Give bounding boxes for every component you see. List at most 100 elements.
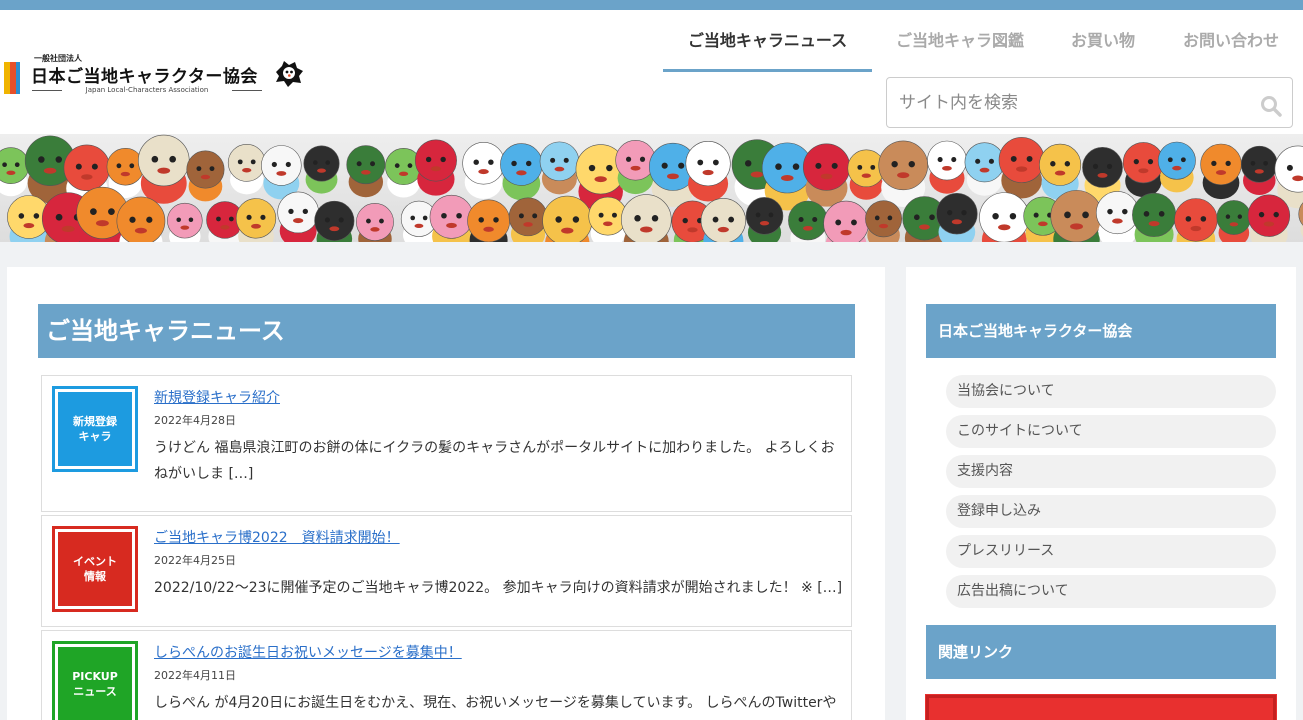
logo-stripe: [16, 62, 20, 94]
banner-mascot-shape: [261, 145, 302, 186]
banner-mascot-shape: [951, 157, 957, 163]
site-header: 一般社団法人 日本ご当地キャラクター協会 Japan Local-Charact…: [0, 10, 1303, 134]
banner-mascot-shape: [572, 216, 580, 223]
news-card-date: 2022年4月28日: [154, 414, 236, 427]
banner-mascot-shape: [611, 212, 617, 218]
nav-contact[interactable]: お問い合わせ: [1170, 30, 1292, 72]
banner-mascot-shape: [227, 143, 266, 182]
banner-mascot-shape: [640, 226, 653, 233]
banner-mascot-shape: [1015, 166, 1028, 172]
banner-mascot-shape: [129, 216, 136, 223]
banner-mascot-shape: [651, 215, 659, 222]
banner-mascot-shape: [134, 227, 147, 234]
banner-mascot-shape: [516, 170, 527, 176]
banner-mascot-shape: [1185, 216, 1192, 222]
banner-mascot-shape: [936, 192, 978, 235]
banner-mascot-shape: [857, 164, 863, 170]
banner-mascot-shape: [563, 157, 569, 163]
news-card-badge[interactable]: 新規登録 キャラ: [52, 386, 138, 472]
news-card-badge[interactable]: イベント 情報: [52, 526, 138, 612]
sidebar-item-site[interactable]: このサイトについて: [946, 415, 1276, 448]
banner-mascot-shape: [95, 220, 109, 227]
banner-mascot-shape: [1167, 157, 1173, 163]
banner-mascot-shape: [157, 167, 171, 174]
mascot-icon: [276, 61, 303, 87]
banner-mascot-shape: [539, 141, 580, 182]
banner-mascot-shape: [518, 213, 524, 219]
search-icon[interactable]: [1260, 95, 1282, 117]
news-card-title-link[interactable]: しらぺんのお誕生日お祝いメッセージを募集中！: [154, 642, 462, 662]
banner-mascot-shape: [508, 197, 548, 237]
banner-mascot-shape: [329, 226, 340, 232]
banner-mascot-shape: [588, 164, 596, 172]
banner-mascot-shape: [302, 208, 308, 215]
banner-mascot-shape: [75, 163, 82, 170]
banner-mascot-shape: [370, 161, 376, 167]
banner-mascot-shape: [820, 173, 833, 180]
banner-mascot-shape: [196, 166, 202, 172]
banner-mascot-shape: [1143, 211, 1150, 217]
news-card: イベント 情報 ご当地キャラ博2022 資料請求開始！ 2022年4月25日 2…: [41, 515, 852, 627]
banner-mascot-shape: [687, 227, 698, 233]
news-card-badge-label: PICKUP ニュース: [58, 647, 132, 720]
banner-mascot-shape: [523, 222, 533, 227]
banner-mascot-shape: [379, 218, 384, 224]
banner-mascot-shape: [717, 226, 729, 233]
banner-mascot-shape: [1097, 172, 1108, 178]
banner-mascot-shape: [697, 159, 704, 166]
banner-mascot-shape: [639, 156, 646, 162]
nav-shopping[interactable]: お買い物: [1060, 30, 1146, 72]
related-link-banner[interactable]: [925, 694, 1277, 720]
banner-mascot-shape: [759, 221, 770, 226]
banner-mascot-shape: [235, 198, 277, 239]
banner-mascot-shape: [116, 196, 166, 242]
banner-mascot-shape: [792, 163, 800, 170]
banner-mascot-shape: [180, 225, 190, 230]
banner-mascot-shape: [598, 212, 604, 218]
banner-mascot-shape: [803, 225, 813, 231]
banner-mascot-shape: [356, 203, 394, 241]
sidebar-item-press[interactable]: プレスリリース: [946, 535, 1276, 568]
site-logo[interactable]: 一般社団法人 日本ご当地キャラクター協会 Japan Local-Charact…: [2, 50, 312, 110]
banner-mascot-shape: [285, 161, 291, 168]
sidebar-item-register[interactable]: 登録申し込み: [946, 495, 1276, 528]
sidebar-item-about[interactable]: 当協会について: [946, 375, 1276, 408]
nav-character-guide[interactable]: ご当地キャラ図鑑: [884, 30, 1036, 72]
banner-mascot-shape: [1106, 163, 1113, 169]
banner-mascot-shape: [550, 157, 556, 163]
banner-mascot-shape: [91, 163, 98, 170]
news-card-title-link[interactable]: 新規登録キャラ紹介: [154, 387, 280, 407]
banner-mascot-shape: [176, 217, 181, 223]
search-input[interactable]: [899, 90, 1239, 116]
banner-mascot-shape: [1250, 160, 1256, 166]
banner-mascot-shape: [678, 162, 685, 169]
news-card-badge-label: イベント 情報: [58, 532, 132, 606]
banner-mascot-shape: [186, 150, 225, 189]
news-card-title-link[interactable]: ご当地キャラ博2022 資料請求開始！: [154, 527, 400, 547]
sidebar-item-support[interactable]: 支援内容: [946, 455, 1276, 488]
banner-mascot-shape: [728, 216, 735, 223]
banner-mascot-shape: [975, 158, 981, 164]
banner-mascot-shape: [992, 212, 999, 220]
banner-mascot-shape: [891, 160, 898, 168]
news-card-badge[interactable]: PICKUP ニュース: [52, 641, 138, 720]
sidebar-item-ads[interactable]: 広告出稿について: [946, 575, 1276, 608]
nav-news[interactable]: ご当地キャラニュース: [663, 30, 872, 72]
banner-mascot-shape: [1225, 214, 1231, 219]
banner-mascot-shape: [937, 157, 943, 163]
banner-mascot-shape: [138, 134, 190, 187]
banner-mascot-shape: [414, 139, 457, 182]
banner-mascot-shape: [429, 194, 474, 239]
banner-mascot-shape: [1050, 190, 1103, 242]
banner-mascot-shape: [1064, 211, 1071, 219]
banner-mascot-shape: [441, 212, 447, 219]
banner-mascot-shape: [394, 163, 400, 168]
banner-mascot-shape: [561, 227, 574, 234]
banner-mascot-shape: [146, 216, 153, 223]
sidebar-heading: 日本ご当地キャラクター協会: [926, 304, 1276, 358]
banner-mascot-shape: [961, 210, 967, 216]
banner-mascot-shape: [998, 137, 1045, 183]
banner-mascot-shape: [1158, 211, 1165, 217]
mascot-banner-image: [0, 134, 1303, 242]
banner-mascot-shape: [314, 200, 355, 241]
